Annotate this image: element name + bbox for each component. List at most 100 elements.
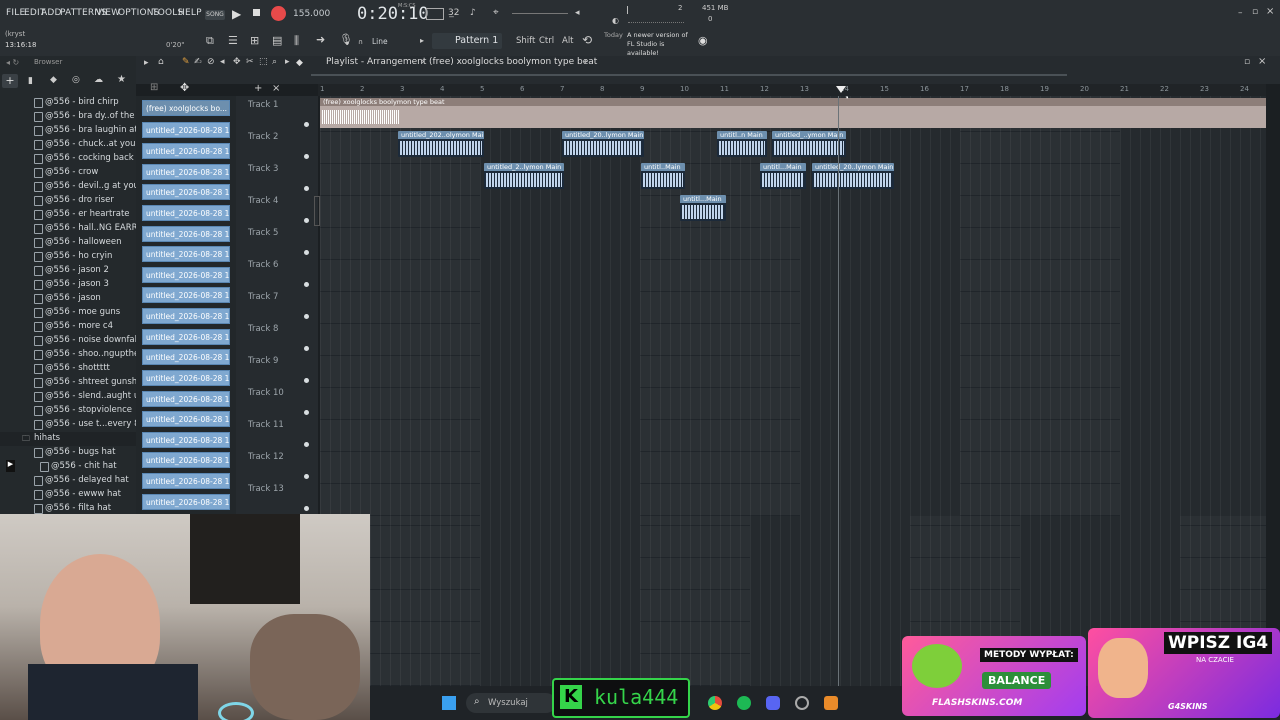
track-label[interactable]: Track 1 <box>248 100 278 110</box>
master-track-clip[interactable]: (free) xoolglocks boolymon type beat <box>320 98 1266 128</box>
track-mute-led[interactable] <box>304 218 309 223</box>
list-item[interactable]: @556 - dro riser <box>0 194 136 208</box>
record-button[interactable] <box>271 6 286 21</box>
timeline-ruler[interactable]: 1 2 3 4 5 6 7 8 9 10 11 12 13 14 15 16 1… <box>318 84 1266 96</box>
pool-clip[interactable]: untitled_2026-08-28 14- <box>142 267 230 283</box>
play-icon[interactable]: ▶ <box>232 7 241 21</box>
shift-button[interactable]: Shift <box>516 36 535 46</box>
track-mute-led[interactable] <box>304 346 309 351</box>
pool-clip[interactable]: untitled_2026-08-28 14- <box>142 205 230 221</box>
mute-tool-icon[interactable]: ◂ <box>220 57 225 67</box>
maximize-icon[interactable]: ▫ <box>1252 7 1258 17</box>
list-item[interactable]: @556 - hall..NG EARRAPE) <box>0 222 136 236</box>
track-mute-led[interactable] <box>304 250 309 255</box>
slip-tool-icon[interactable]: ✥ <box>233 57 241 67</box>
playlist-grid[interactable]: (free) xoolglocks boolymon type beat unt… <box>320 96 1266 516</box>
browser-project-icon[interactable]: ◎ <box>72 75 80 85</box>
list-item[interactable]: @556 - shtreet gunshot <box>0 376 136 390</box>
list-item[interactable]: @556 - ho cryin <box>0 250 136 264</box>
playlist-snap-icon[interactable]: ⌂ <box>158 57 164 67</box>
close-icon[interactable]: × <box>1266 6 1274 17</box>
playlist-close-icon[interactable]: × <box>1258 56 1266 67</box>
track-mute-led[interactable] <box>304 282 309 287</box>
track-label[interactable]: Track 7 <box>248 292 278 302</box>
list-item[interactable]: @556 - er heartrate <box>0 208 136 222</box>
pool-clip[interactable]: untitled_2026-08-28 14- <box>142 370 230 386</box>
playlist-icon[interactable]: ☰ <box>228 34 238 47</box>
track-mute-led[interactable] <box>304 154 309 159</box>
pool-move-icon[interactable]: ✥ <box>180 81 189 94</box>
alt-button[interactable]: Alt <box>562 36 574 46</box>
track-mute-led[interactable] <box>304 442 309 447</box>
list-item[interactable]: @556 - jason <box>0 292 136 306</box>
list-item[interactable]: @556 - use t...every 8 bars <box>0 418 136 432</box>
track-label[interactable]: Track 3 <box>248 164 278 174</box>
audio-clip[interactable]: untitled_2..lymon Main <box>484 163 564 189</box>
list-item[interactable]: @556 - chuck..at your cut <box>0 138 136 152</box>
track-label[interactable]: Track 4 <box>248 196 278 206</box>
audio-clip[interactable]: untitled_..ymon Main <box>772 131 846 157</box>
piano-roll-icon[interactable]: ⊞ <box>250 34 259 47</box>
chrome-icon[interactable] <box>708 696 722 710</box>
track-label[interactable]: Track 13 <box>248 484 284 494</box>
list-item[interactable]: @556 - bra laughin at u <box>0 124 136 138</box>
pool-clip[interactable]: untitled_2026-08-28 14- <box>142 184 230 200</box>
pool-clip[interactable]: untitled_2026-08-28 14- <box>142 287 230 303</box>
track-label[interactable]: Track 8 <box>248 324 278 334</box>
news-text[interactable]: A newer version of FL Studio is availabl… <box>627 31 697 58</box>
pool-clip[interactable]: untitled_2026-08-28 14- <box>142 308 230 324</box>
audio-clip[interactable]: untitled_20..lymon Main <box>812 163 894 189</box>
list-item[interactable]: @556 - slend..aught u bro <box>0 390 136 404</box>
pencil-tool-icon[interactable]: ✎ <box>182 57 190 67</box>
wait-icon[interactable]: ⌖ <box>493 7 499 18</box>
shortcut-icon[interactable]: ⧉ <box>206 34 214 48</box>
add-track-icon[interactable]: + <box>254 83 262 94</box>
pool-clip[interactable]: untitled_2026-08-28 14- <box>142 226 230 242</box>
typing-keyboard-icon[interactable] <box>426 8 444 20</box>
news-icon[interactable]: ⟲ <box>582 33 592 47</box>
arrow-right-icon[interactable]: ➜ <box>316 33 325 46</box>
list-item[interactable]: @556 - bra dy..of the beat <box>0 110 136 124</box>
browser-star-icon[interactable]: ★ <box>117 74 126 85</box>
stop-icon[interactable] <box>253 9 260 16</box>
track-label[interactable]: Track 2 <box>248 132 278 142</box>
audio-clip[interactable]: untitled_202..olymon Main <box>398 131 484 157</box>
pool-clip[interactable]: untitled_2026-08-28 14- <box>142 143 230 159</box>
list-item[interactable]: @556 - shottttt <box>0 362 136 376</box>
remove-track-icon[interactable]: × <box>272 83 280 94</box>
track-label[interactable]: Track 10 <box>248 388 284 398</box>
snap-selector[interactable]: Line <box>372 37 388 46</box>
list-item[interactable]: @556 - shoo..nguptheclub <box>0 348 136 362</box>
volume-icon[interactable]: ◂ <box>575 8 580 18</box>
metronome-icon[interactable]: ♪ <box>470 8 476 18</box>
list-item[interactable]: @556 - devil..g at your cut <box>0 180 136 194</box>
search-box[interactable]: ⌕ Wyszukaj <box>466 693 556 713</box>
song-mode-toggle[interactable]: SONG <box>205 10 225 20</box>
audio-clip[interactable]: untitl..n Main <box>717 131 767 157</box>
list-item[interactable]: @556 - bugs hat <box>0 446 136 460</box>
track-label[interactable]: Track 9 <box>248 356 278 366</box>
audio-clip[interactable]: untitl..Main <box>641 163 685 189</box>
preview-play-icon[interactable]: ▶ <box>6 460 15 472</box>
list-item[interactable]: @556 - jason 2 <box>0 264 136 278</box>
pool-clip[interactable]: untitled_2026-08-28 14- <box>142 391 230 407</box>
pool-clip[interactable]: untitled_2026-08-28 14- <box>142 473 230 489</box>
tempo-display[interactable]: 155.000 <box>293 9 330 19</box>
list-item[interactable]: @556 - delayed hat <box>0 474 136 488</box>
track-mute-led[interactable] <box>304 378 309 383</box>
minimize-icon[interactable]: – <box>1238 8 1243 18</box>
audio-clip[interactable]: untitl...Main <box>680 195 726 221</box>
audio-clip[interactable]: untitl...Main <box>760 163 806 189</box>
audio-clip[interactable]: untitled_20..lymon Main <box>562 131 644 157</box>
playback-tool-icon[interactable]: ▸ <box>285 57 290 67</box>
playlist-minimize-icon[interactable]: ▫ <box>1244 57 1250 67</box>
pool-clip[interactable]: untitled_2026-08-28 14- <box>142 122 230 138</box>
pool-clip[interactable]: untitled_2026-08-28 14- <box>142 432 230 448</box>
list-item[interactable]: ▶ @556 - chit hat <box>0 460 136 474</box>
browser-file-icon[interactable]: ▮ <box>28 76 33 86</box>
playhead-marker[interactable] <box>836 86 846 93</box>
pool-clip[interactable]: untitled_2026-08-28 14- <box>142 494 230 510</box>
track-mute-led[interactable] <box>304 474 309 479</box>
pool-clip[interactable]: untitled_2026-08-28 14- <box>142 411 230 427</box>
track-label[interactable]: Track 5 <box>248 228 278 238</box>
